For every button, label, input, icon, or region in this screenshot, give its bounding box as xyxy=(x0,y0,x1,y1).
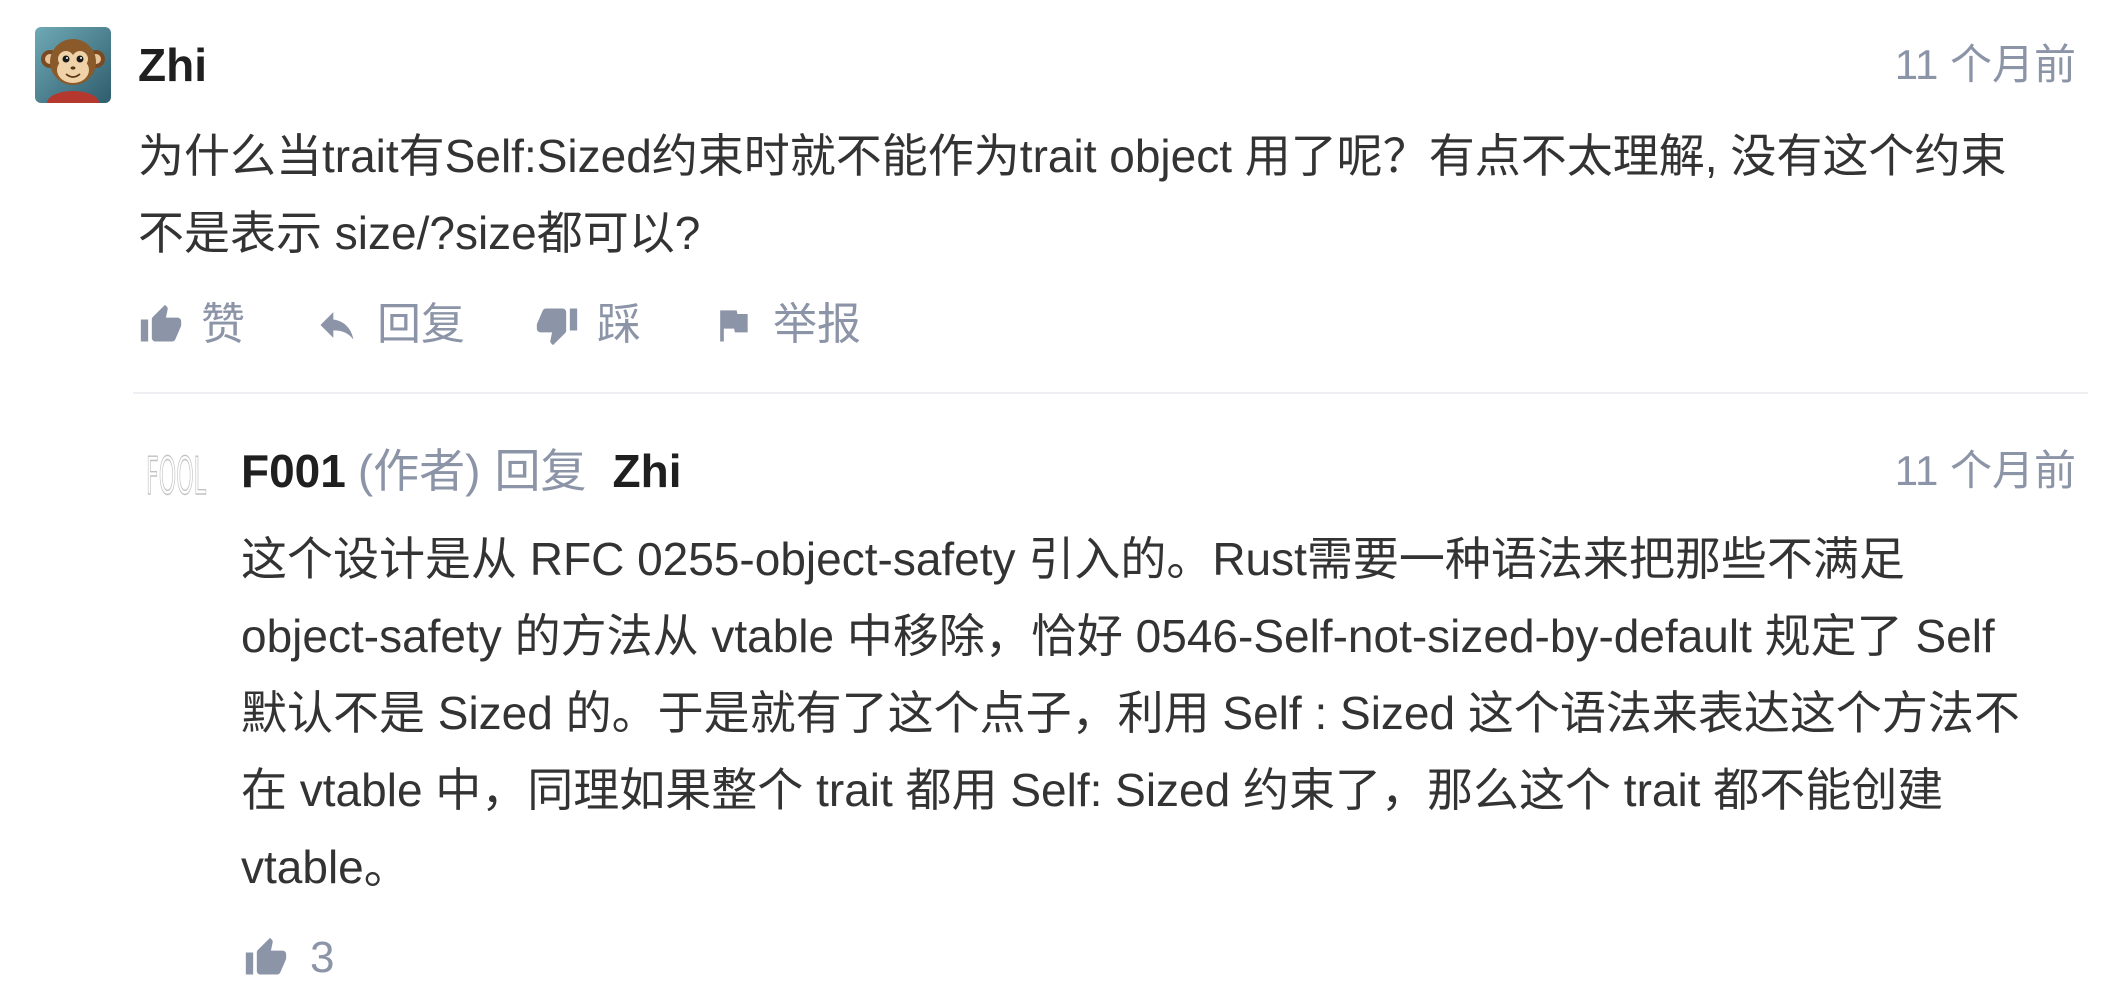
like-count: 3 xyxy=(310,933,335,982)
reply-label: 回复 xyxy=(377,300,465,349)
comment-actions: 赞 回复 踩 举报 xyxy=(139,297,861,353)
logo-text: FOOL xyxy=(146,447,206,500)
reply-like-button[interactable]: 3 xyxy=(244,930,334,986)
comment-text-line: 不是表示 size/?size都可以? xyxy=(138,207,701,259)
dislike-label: 踩 xyxy=(597,300,641,349)
reply-indicator: 回复 xyxy=(494,445,587,497)
reply-text-line: vtable。 xyxy=(241,841,410,893)
monkey-avatar-icon xyxy=(35,27,111,103)
thumbs-up-icon xyxy=(139,303,183,347)
reply-text-line: 默认不是 Sized 的。于是就有了这个点子，利用 Self : Sized 这… xyxy=(241,687,2020,739)
reply-text-line: 在 vtable 中，同理如果整个 trait 都用 Self: Sized 约… xyxy=(241,764,1944,816)
comment-thread: Zhi 11 个月前 为什么当trait有Self:Sized约束时就不能作为t… xyxy=(0,0,2112,1008)
reply-button[interactable]: 回复 xyxy=(315,297,465,353)
reply-arrow-icon xyxy=(315,303,359,347)
reply-text-line: 这个设计是从 RFC 0255-object-safety 引入的。Rust需要… xyxy=(241,533,1905,585)
avatar[interactable] xyxy=(35,27,111,103)
comment-text-line: 为什么当trait有Self:Sized约束时就不能作为trait object… xyxy=(138,130,2007,182)
dislike-button[interactable]: 踩 xyxy=(535,297,641,353)
report-label: 举报 xyxy=(773,300,861,349)
reply-target-user[interactable]: Zhi xyxy=(613,443,682,499)
reply-header: F001 (作者) 回复 Zhi xyxy=(241,443,681,499)
reply-text: 这个设计是从 RFC 0255-object-safety 引入的。Rust需要… xyxy=(241,521,2088,906)
like-button[interactable]: 赞 xyxy=(139,297,245,353)
divider xyxy=(133,392,2088,394)
reply-text-line: object-safety 的方法从 vtable 中移除，恰好 0546-Se… xyxy=(241,610,1995,662)
reply-author[interactable]: F001 xyxy=(241,443,346,499)
report-button[interactable]: 举报 xyxy=(711,297,861,353)
thumbs-down-icon xyxy=(535,303,579,347)
fool-logo-icon: FOOL xyxy=(145,446,206,500)
comment-time: 11 个月前 xyxy=(1894,41,2076,88)
flag-icon xyxy=(711,303,755,347)
comment-text: 为什么当trait有Self:Sized约束时就不能作为trait object… xyxy=(138,118,2088,272)
comment-author[interactable]: Zhi xyxy=(138,37,207,93)
like-label: 赞 xyxy=(201,300,245,349)
thumbs-up-icon xyxy=(244,936,288,980)
reply-time: 11 个月前 xyxy=(1894,447,2076,494)
reply-author-avatar[interactable]: FOOL xyxy=(143,444,209,500)
author-badge: (作者) xyxy=(357,445,481,497)
